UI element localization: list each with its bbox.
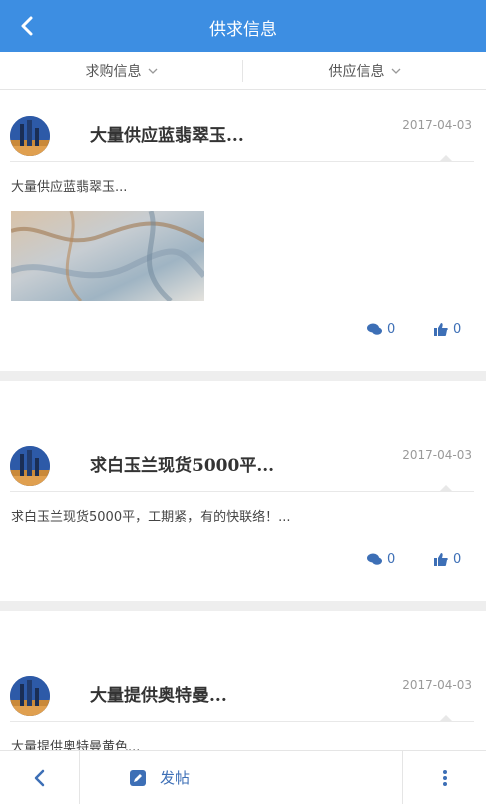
divider	[10, 485, 474, 492]
like-count[interactable]: 0	[434, 552, 461, 567]
post-date: 2017-04-03	[402, 448, 472, 462]
separator	[0, 601, 486, 611]
post-date: 2017-04-03	[402, 118, 472, 132]
post-title[interactable]: 大量供应蓝翡翠玉...	[90, 121, 244, 146]
like-count-value: 0	[453, 552, 462, 567]
separator	[0, 371, 486, 381]
page-title: 供求信息	[209, 20, 277, 40]
avatar	[10, 116, 50, 156]
comment-count-value: 0	[387, 322, 396, 337]
post-date: 2017-04-03	[402, 678, 472, 692]
comment-icon	[367, 323, 382, 335]
post-title[interactable]: 求白玉兰现货5000平...	[90, 451, 274, 476]
like-count[interactable]: 0	[434, 322, 461, 337]
bottom-toolbar: 发帖	[0, 750, 486, 804]
comment-count-value: 0	[387, 552, 396, 567]
post-title[interactable]: 大量提供奥特曼...	[90, 681, 227, 706]
post-excerpt: 大量供应蓝翡翠玉...	[11, 180, 128, 195]
more-vertical-icon	[442, 770, 447, 786]
divider	[10, 715, 474, 722]
post-card[interactable]: 求白玉兰现货5000平... 2017-04-03 求白玉兰现货5000平，工期…	[0, 381, 486, 601]
thumbs-up-icon	[434, 323, 448, 336]
avatar	[10, 446, 50, 486]
chevron-down-icon	[391, 68, 400, 74]
filter-bar: 求购信息 供应信息	[0, 52, 486, 90]
back-button[interactable]	[0, 751, 80, 804]
filter-buy[interactable]: 求购信息	[0, 52, 243, 89]
comment-count[interactable]: 0	[367, 322, 395, 337]
filter-supply-label: 供应信息	[328, 63, 385, 80]
like-count-value: 0	[453, 322, 462, 337]
avatar	[10, 676, 50, 716]
thumbs-up-icon	[434, 553, 448, 566]
more-button[interactable]	[402, 751, 486, 804]
post-feed: 大量供应蓝翡翠玉... 2017-04-03 大量供应蓝翡翠玉... 0 0 求…	[0, 90, 486, 804]
new-post-label: 发帖	[160, 769, 191, 787]
chevron-down-icon	[148, 68, 157, 74]
new-post-button[interactable]: 发帖	[80, 751, 402, 804]
divider	[10, 155, 474, 162]
post-excerpt: 求白玉兰现货5000平，工期紧，有的快联络！...	[11, 510, 291, 525]
comment-count[interactable]: 0	[367, 552, 395, 567]
filter-buy-label: 求购信息	[85, 63, 142, 80]
post-card[interactable]: 大量供应蓝翡翠玉... 2017-04-03 大量供应蓝翡翠玉... 0 0	[0, 90, 486, 371]
filter-supply[interactable]: 供应信息	[243, 52, 486, 89]
comment-icon	[367, 553, 382, 565]
edit-icon	[130, 769, 146, 786]
post-image[interactable]	[11, 211, 204, 301]
app-header: 供求信息	[0, 0, 486, 52]
chevron-left-icon	[34, 769, 44, 787]
